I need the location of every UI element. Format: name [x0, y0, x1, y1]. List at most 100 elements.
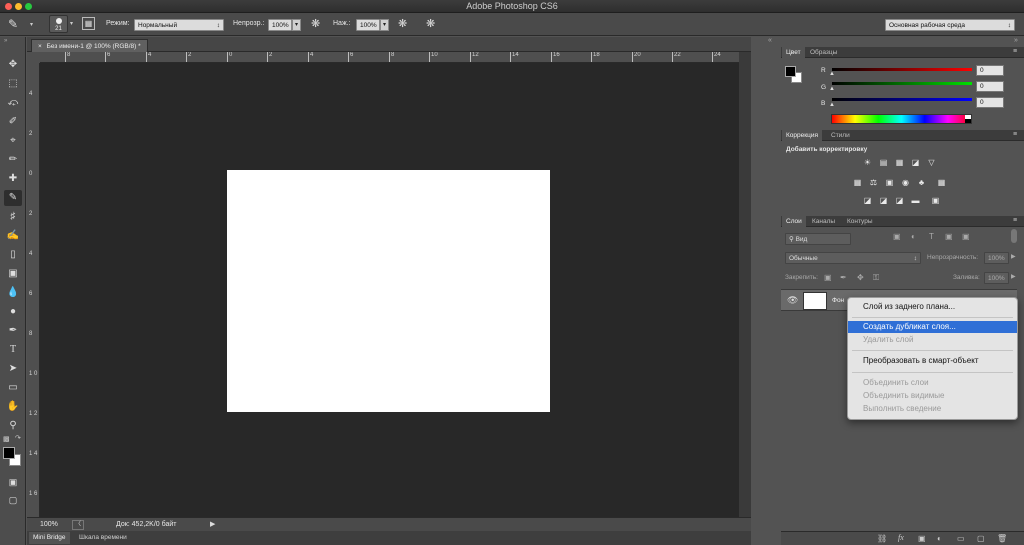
color-balance-icon[interactable]: ⚖ — [868, 178, 879, 188]
history-brush-tool-icon[interactable]: ✍ — [4, 228, 22, 244]
status-menu-arrow-icon[interactable]: ▶ — [210, 520, 215, 528]
collapse-toolbox-icon[interactable]: » — [4, 38, 7, 44]
blur-tool-icon[interactable]: 💧 — [4, 285, 22, 301]
eraser-tool-icon[interactable]: ▯ — [4, 247, 22, 263]
new-layer-icon[interactable]: ▢ — [977, 534, 985, 543]
spectrum-bw-swatch[interactable] — [965, 115, 971, 123]
dock-collapse-icon[interactable]: « — [768, 37, 772, 44]
zoom-level[interactable]: 100% — [40, 521, 58, 528]
channel-b-handle-icon[interactable]: ▲ — [829, 102, 835, 108]
tab-timeline[interactable]: Шкала времени — [75, 532, 131, 544]
channel-g-handle-icon[interactable]: ▲ — [829, 86, 835, 92]
blend-mode-select[interactable]: Обычные ↕ — [785, 252, 921, 264]
color-panel-menu-icon[interactable]: ≡ — [1013, 48, 1017, 55]
crop-tool-icon[interactable]: ⌖ — [4, 133, 22, 149]
tab-color[interactable]: Цвет — [782, 47, 805, 58]
zoom-tool-icon[interactable]: ⚲ — [4, 418, 22, 434]
adjustments-panel-menu-icon[interactable]: ≡ — [1013, 131, 1017, 138]
posterize-icon[interactable]: ◪ — [878, 196, 889, 206]
tab-adjustments[interactable]: Коррекция — [782, 130, 822, 141]
new-adjustment-layer-icon[interactable]: ◐ — [937, 534, 942, 543]
pressure-input[interactable]: 100% — [356, 19, 380, 31]
workspace-select[interactable]: Основная рабочая среда ↕ — [885, 19, 1015, 31]
brush-panel-toggle-icon[interactable]: ▦ — [82, 17, 95, 30]
opacity-dropdown-icon[interactable]: ▾ — [292, 19, 301, 31]
marquee-tool-icon[interactable]: ⬚ — [4, 76, 22, 92]
link-layers-icon[interactable]: ⛓ — [877, 534, 887, 543]
pressure-dropdown-icon[interactable]: ▾ — [380, 19, 389, 31]
channel-r-input[interactable]: 0 — [976, 65, 1004, 76]
filter-smart-object-icon[interactable]: ▣ — [962, 232, 970, 241]
quick-mask-icon[interactable]: ▣ — [4, 474, 22, 490]
color-fg-swatch[interactable] — [785, 66, 796, 77]
filter-toggle-switch[interactable] — [1011, 229, 1017, 243]
lock-pixels-icon[interactable]: ✒ — [840, 273, 847, 282]
gradient-map-icon[interactable]: ▬ — [910, 196, 921, 206]
pressure-opacity-icon[interactable]: ❋ — [311, 17, 320, 30]
menu-item-layer-from-background[interactable]: Слой из заднего плана... — [848, 301, 1017, 313]
add-mask-icon[interactable]: ▣ — [918, 534, 926, 543]
exposure-icon[interactable]: ◪ — [910, 158, 921, 168]
screen-mode-icon[interactable]: ▢ — [4, 492, 22, 508]
channel-b-slider[interactable] — [832, 98, 972, 101]
tab-channels[interactable]: Каналы — [808, 216, 839, 227]
tool-preset-chevron-icon[interactable]: ▾ — [30, 21, 33, 28]
channel-g-input[interactable]: 0 — [976, 81, 1004, 92]
lock-all-icon[interactable]: ⚿ — [873, 273, 879, 283]
tab-styles[interactable]: Стили — [827, 130, 854, 141]
photo-filter-icon[interactable]: ◉ — [900, 178, 911, 188]
tab-layers[interactable]: Слои — [782, 216, 806, 227]
layer-opacity-arrow-icon[interactable]: ▶ — [1011, 253, 1016, 260]
document-tab[interactable]: × Без имени-1 @ 100% (RGB/8) * — [31, 39, 148, 52]
filter-type-icon[interactable]: T — [929, 232, 934, 241]
foreground-color-swatch[interactable] — [3, 447, 15, 459]
canvas-area[interactable] — [40, 63, 739, 517]
pressure-size-icon[interactable]: ❋ — [426, 17, 435, 30]
color-lookup-icon[interactable]: ▦ — [936, 178, 947, 188]
layer-style-icon[interactable]: fx — [898, 533, 904, 542]
layer-opacity-input[interactable]: 100% — [984, 252, 1009, 264]
fill-input[interactable]: 100% — [984, 272, 1009, 284]
menu-item-convert-to-smart-object[interactable]: Преобразовать в смарт-объект — [848, 355, 1017, 367]
brush-tool-active-icon[interactable]: ✎ — [4, 190, 22, 206]
menu-item-merge-visible[interactable]: Объединить видимые — [848, 390, 1017, 402]
menu-item-duplicate-layer[interactable]: Создать дубликат слоя... — [848, 321, 1017, 333]
healing-brush-tool-icon[interactable]: ✚ — [4, 171, 22, 187]
curves-icon[interactable]: ▦ — [894, 158, 905, 168]
menu-item-flatten-image[interactable]: Выполнить сведение — [848, 403, 1017, 415]
tab-swatches[interactable]: Образцы — [806, 47, 841, 58]
swap-colors-icon[interactable]: ↷ — [15, 434, 21, 442]
filter-adjustment-icon[interactable]: ◐ — [911, 232, 916, 241]
channel-r-slider[interactable] — [832, 68, 972, 71]
lasso-tool-icon[interactable]: ⤽ — [4, 95, 22, 111]
type-tool-icon[interactable]: T — [4, 342, 22, 358]
filter-pixel-icon[interactable]: ▣ — [893, 232, 901, 241]
new-group-icon[interactable]: ▭ — [957, 534, 965, 543]
dodge-tool-icon[interactable]: ● — [4, 304, 22, 320]
levels-icon[interactable]: ▤ — [878, 158, 889, 168]
hue-saturation-icon[interactable]: ▦ — [852, 178, 863, 188]
vertical-scrollbar[interactable] — [739, 52, 751, 517]
path-selection-tool-icon[interactable]: ➤ — [4, 361, 22, 377]
filter-shape-icon[interactable]: ▣ — [945, 232, 953, 241]
layer-visibility-eye-icon[interactable]: 👁 — [787, 295, 798, 306]
pen-tool-icon[interactable]: ✒ — [4, 323, 22, 339]
brush-preset-picker[interactable]: 21 — [49, 15, 68, 33]
vertical-ruler[interactable]: 4 2 0 2 4 6 8 1 0 1 2 1 4 1 6 — [27, 63, 40, 517]
invert-icon[interactable]: ◪ — [862, 196, 873, 206]
horizontal-ruler[interactable]: 8 6 4 2 0 2 4 6 8 10 12 14 16 18 20 22 24 — [40, 52, 739, 63]
brush-tool-icon[interactable]: ✎ — [8, 17, 18, 31]
default-colors-icon[interactable]: ▩ — [3, 435, 10, 443]
black-white-icon[interactable]: ▣ — [884, 178, 895, 188]
menu-item-delete-layer[interactable]: Удалить слой — [848, 334, 1017, 346]
quick-selection-tool-icon[interactable]: ✐ — [4, 114, 22, 130]
selective-color-icon[interactable]: ▣ — [930, 196, 941, 206]
layer-filter-select[interactable]: ⚲ Вид — [785, 233, 851, 245]
delete-layer-icon[interactable]: 🗑 — [997, 534, 1007, 543]
channel-b-input[interactable]: 0 — [976, 97, 1004, 108]
brightness-contrast-icon[interactable]: ☀ — [862, 158, 873, 168]
channel-mixer-icon[interactable]: ♣ — [916, 178, 927, 188]
airbrush-icon[interactable]: ❋ — [398, 17, 407, 30]
vibrance-icon[interactable]: ▽ — [926, 158, 937, 168]
opacity-input[interactable]: 100% — [268, 19, 292, 31]
